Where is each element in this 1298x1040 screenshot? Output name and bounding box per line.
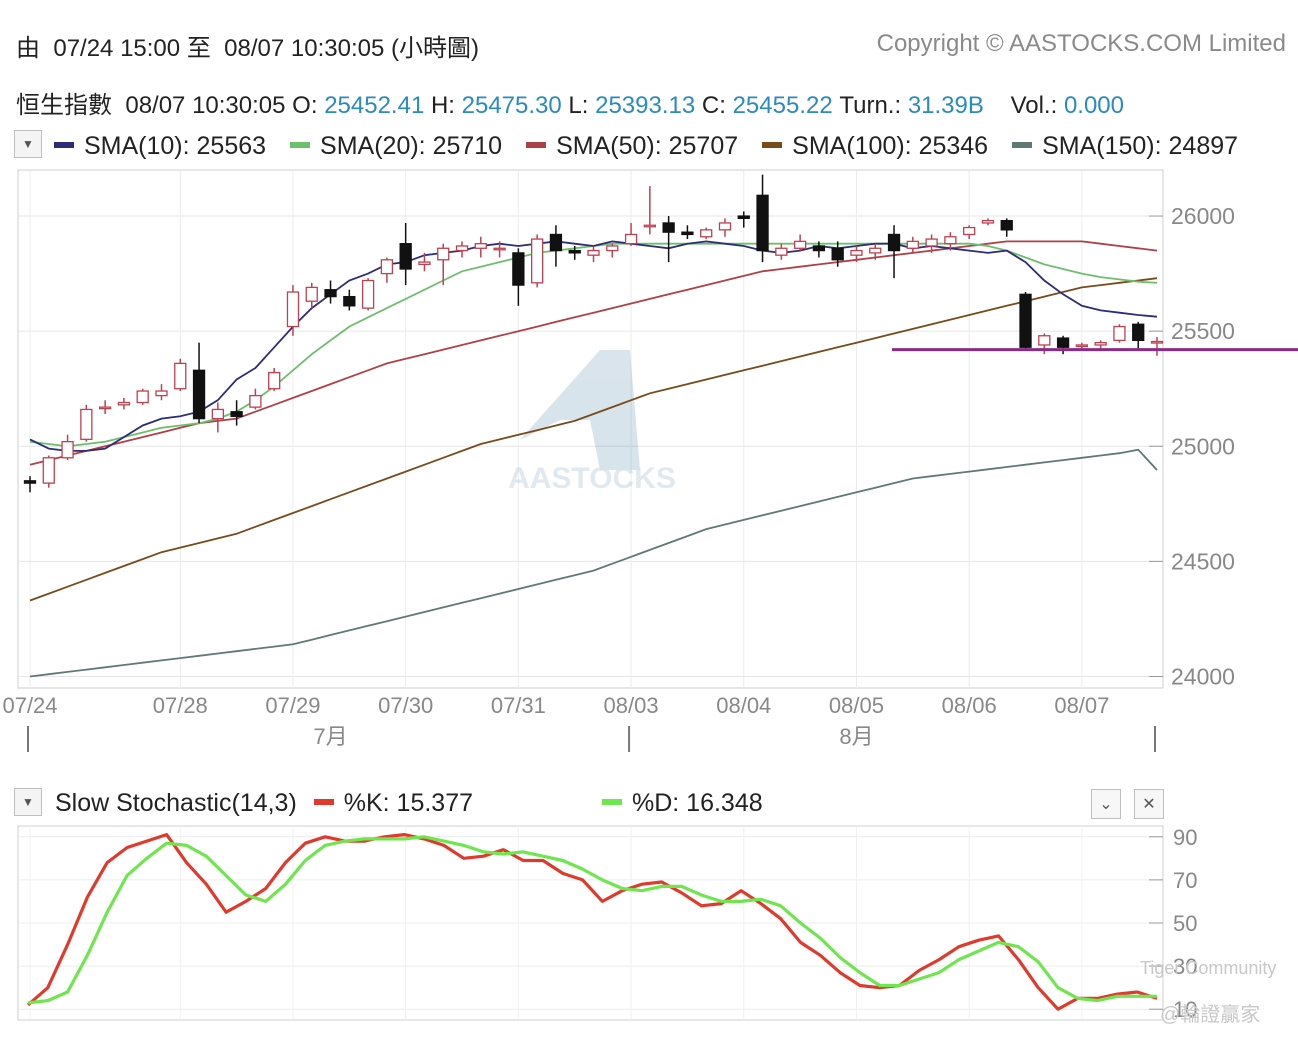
candle-body	[812, 245, 826, 252]
candle-body	[211, 408, 224, 420]
candle-body	[606, 245, 619, 252]
candle-body	[963, 226, 976, 236]
candle-body	[700, 229, 713, 238]
candle-body	[23, 480, 37, 484]
candle-body	[174, 362, 187, 390]
candle-body	[455, 245, 469, 252]
y-tick-label: 25500	[1171, 318, 1235, 344]
candle-body	[1075, 344, 1089, 348]
candle-body	[136, 390, 149, 404]
candle-body	[98, 406, 112, 410]
candle-body	[230, 411, 243, 417]
candle-body	[906, 240, 919, 249]
stochastic-title: Slow Stochastic(14,3)	[55, 789, 297, 817]
candle-body	[831, 247, 844, 261]
candle-body	[343, 295, 356, 307]
d-value: 16.348	[686, 789, 763, 817]
author-watermark: @輪證贏家	[1160, 1004, 1261, 1026]
candle-body	[944, 236, 957, 245]
candle-body	[1038, 335, 1051, 346]
candle-body	[756, 194, 769, 252]
stoch-y-tick-label: 70	[1173, 868, 1197, 893]
d-swatch	[601, 799, 622, 806]
candle-body	[662, 222, 675, 233]
candle-body	[1019, 293, 1032, 348]
candle-body	[361, 279, 375, 309]
candle-body	[286, 291, 300, 328]
candle-body	[305, 286, 318, 302]
x-tick-label: 07/28	[153, 693, 208, 718]
x-tick-label: 08/03	[604, 693, 659, 718]
candle-body	[587, 249, 600, 256]
x-tick-label: 08/05	[829, 693, 884, 718]
candle-body	[324, 289, 337, 298]
candle-body	[531, 238, 544, 284]
candle-body	[793, 240, 807, 249]
x-tick-label: 07/30	[378, 693, 433, 718]
stoch-y-tick-label: 50	[1173, 911, 1197, 936]
y-tick-label: 24000	[1171, 663, 1235, 689]
candle-body	[568, 249, 581, 254]
candle-body	[1132, 323, 1145, 342]
candle-body	[869, 247, 882, 254]
candle-body	[1056, 337, 1070, 348]
month-label: 7月	[313, 724, 347, 749]
candle-body	[775, 247, 788, 256]
x-tick-label: 07/24	[2, 693, 57, 718]
candle-body	[512, 252, 525, 286]
candle-body	[981, 219, 995, 224]
candle-body	[850, 249, 863, 256]
candle-body	[399, 243, 412, 270]
candle-body	[80, 408, 93, 441]
candle-body	[61, 441, 74, 459]
y-tick-label: 26000	[1171, 203, 1235, 229]
candle-body	[624, 233, 638, 245]
community-watermark: Tiger Community	[1140, 958, 1277, 978]
stochastic-legend: Slow Stochastic(14,3) %K: 15.377 %D: 16.…	[55, 789, 763, 817]
candle-body	[493, 247, 506, 251]
candle-body	[643, 224, 656, 228]
candle-body	[718, 222, 732, 231]
candle-body	[418, 261, 431, 266]
candle-body	[1094, 342, 1107, 346]
triangle-down-icon[interactable]: ▼	[14, 788, 42, 816]
candle-body	[155, 390, 168, 397]
candle-body	[737, 215, 750, 219]
candle-body	[474, 243, 487, 249]
k-value: 15.377	[396, 789, 474, 817]
y-tick-label: 24500	[1171, 548, 1235, 574]
x-tick-label: 07/29	[265, 693, 320, 718]
candle-body	[887, 233, 901, 252]
candle-body	[1113, 325, 1126, 342]
x-tick-label: 08/06	[942, 693, 997, 718]
candle-body	[192, 369, 206, 420]
candle-body	[925, 238, 938, 247]
k-name: %K	[343, 789, 383, 817]
candle-body	[268, 371, 281, 390]
candle-body	[437, 247, 450, 261]
candle-body	[681, 231, 694, 236]
month-label: 8月	[839, 724, 873, 749]
y-tick-label: 25000	[1171, 433, 1235, 459]
stoch-y-tick-label: 90	[1173, 825, 1197, 850]
chevron-down-icon[interactable]: ⌄	[1091, 789, 1121, 819]
candle-body	[1000, 219, 1013, 231]
logo-text: AASTOCKS	[508, 462, 676, 495]
candle-body	[1150, 340, 1164, 344]
close-icon[interactable]: ✕	[1134, 789, 1164, 819]
candle-body	[549, 233, 563, 252]
x-tick-label: 08/04	[716, 693, 771, 718]
price-chart: 24000 24500 25000 25500 26000 07/24 07/28 07/29…	[2, 169, 1298, 752]
k-swatch	[313, 799, 334, 806]
x-tick-label: 07/31	[491, 693, 546, 718]
candle-body	[117, 401, 131, 406]
d-name: %D	[631, 789, 673, 817]
candle-body	[380, 259, 394, 275]
x-tick-label: 08/07	[1054, 693, 1109, 718]
candle-body	[249, 394, 262, 408]
candle-body	[42, 457, 55, 484]
stochastic-chart: 1030507090	[17, 825, 1197, 1022]
